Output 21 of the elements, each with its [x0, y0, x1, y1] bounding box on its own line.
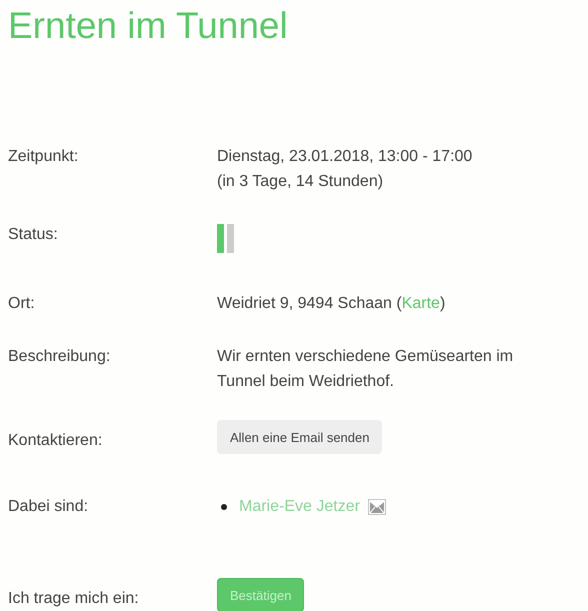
value-text: Wir ernten verschiedene Gemüsearten im	[217, 347, 514, 367]
field-label: Dabei sind:	[8, 497, 90, 517]
confirm-button[interactable]: Bestätigen	[217, 578, 304, 611]
page-title: Ernten im Tunnel	[8, 4, 289, 48]
field-label: Kontaktieren:	[8, 431, 104, 451]
email-all-button[interactable]: Allen eine Email senden	[217, 420, 382, 454]
field-label: Beschreibung:	[8, 347, 112, 367]
person-link[interactable]: Marie-Eve Jetzer	[239, 494, 360, 519]
value-text: Dienstag, 23.01.2018, 13:00 - 17:00	[217, 147, 472, 167]
paren-text: (	[396, 294, 402, 314]
value-text: Tunnel beim Weidriethof.	[217, 372, 395, 392]
field-label: Zeitpunkt:	[8, 147, 80, 167]
bullet-icon	[221, 504, 227, 510]
map-link[interactable]: Karte	[402, 291, 440, 316]
field-label: Status:	[8, 225, 59, 245]
value-text: (in 3 Tage, 14 Stunden)	[217, 172, 384, 192]
paren-text: )	[440, 294, 446, 314]
mail-icon[interactable]	[368, 498, 386, 516]
field-label: Ort:	[8, 294, 36, 314]
address-text: Weidriet 9, 9494 Schaan	[217, 294, 393, 314]
field-label: Ich trage mich ein:	[8, 589, 140, 609]
